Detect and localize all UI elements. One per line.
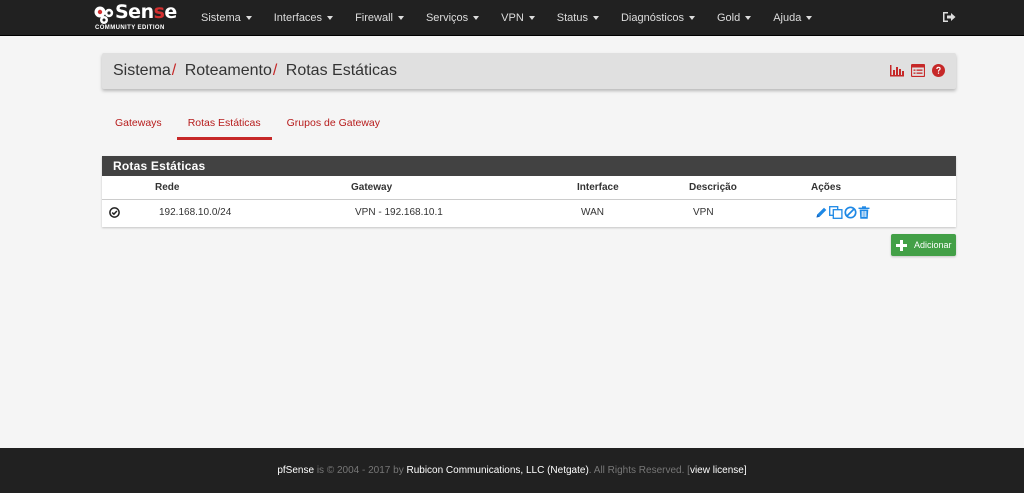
tab-rotas-estaticas[interactable]: Rotas Estáticas: [175, 106, 274, 140]
disable-icon[interactable]: [844, 206, 857, 219]
copy-icon[interactable]: [829, 206, 843, 219]
tab-gateways[interactable]: Gateways: [102, 106, 175, 140]
footer-company-link[interactable]: Rubicon Communications, LLC (Netgate): [406, 465, 588, 476]
plus-icon: [896, 239, 907, 251]
column-header-descricao[interactable]: Descrição: [689, 176, 737, 199]
caret-down-icon: [397, 16, 404, 20]
gears-icon: [94, 6, 114, 24]
main-menu: Sistema Interfaces Firewall Serviços VPN…: [190, 0, 823, 36]
add-route-button[interactable]: Adicionar: [891, 234, 956, 256]
caret-down-icon: [473, 16, 480, 20]
breadcrumb-separator: /: [272, 62, 278, 79]
menu-vpn[interactable]: VPN: [490, 0, 546, 36]
caret-down-icon: [327, 16, 334, 20]
static-routes-panel: Rotas Estáticas Rede Gateway Interface D…: [102, 156, 956, 227]
menu-interfaces[interactable]: Interfaces: [263, 0, 344, 36]
view-license-link[interactable]: view license: [690, 465, 744, 476]
menu-diagnosticos[interactable]: Diagnósticos: [610, 0, 706, 36]
logo-text: Sense: [115, 1, 177, 23]
menu-status[interactable]: Status: [546, 0, 610, 36]
cell-gateway: VPN - 192.168.10.1: [355, 207, 443, 218]
tab-bar: Gateways Rotas Estáticas Grupos de Gatew…: [102, 106, 393, 140]
footer-text: . All Rights Reserved. [: [588, 465, 690, 476]
add-button-label: Adicionar: [914, 240, 952, 250]
menu-gold[interactable]: Gold: [706, 0, 762, 36]
menu-firewall[interactable]: Firewall: [344, 0, 415, 36]
caret-down-icon: [745, 16, 752, 20]
menu-sistema[interactable]: Sistema: [190, 0, 263, 36]
caret-down-icon: [806, 16, 813, 20]
breadcrumb-roteamento[interactable]: Roteamento: [185, 62, 272, 79]
top-navbar: Sense COMMUNITY EDITION Sistema Interfac…: [0, 0, 1024, 36]
row-status: [109, 200, 120, 225]
column-header-rede[interactable]: Rede: [155, 176, 179, 199]
tab-grupos-de-gateway[interactable]: Grupos de Gateway: [274, 106, 393, 140]
caret-down-icon: [688, 16, 695, 20]
breadcrumb-current: Rotas Estáticas: [285, 62, 397, 79]
cell-interface: WAN: [581, 207, 604, 218]
bar-chart-icon[interactable]: [890, 64, 904, 77]
trash-icon[interactable]: [858, 206, 870, 219]
breadcrumb: Sistema/ Roteamento/ Rotas Estáticas: [113, 62, 397, 80]
footer: pfSense is © 2004 - 2017 by Rubicon Comm…: [0, 448, 1024, 493]
footer-text: ]: [743, 465, 747, 476]
logo-edition: COMMUNITY EDITION: [95, 25, 165, 31]
breadcrumb-separator: /: [171, 62, 177, 79]
table-row[interactable]: 192.168.10.0/24 VPN - 192.168.10.1 WAN V…: [102, 200, 956, 225]
table-header: Rede Gateway Interface Descrição Ações: [102, 176, 956, 200]
sign-out-icon[interactable]: [942, 11, 956, 23]
column-header-gateway[interactable]: Gateway: [351, 176, 392, 199]
cell-actions: [815, 200, 870, 225]
caret-down-icon: [245, 16, 252, 20]
pfsense-logo[interactable]: Sense COMMUNITY EDITION: [93, 1, 179, 33]
edit-icon[interactable]: [815, 206, 828, 219]
column-header-acoes: Ações: [811, 182, 842, 193]
cell-rede: 192.168.10.0/24: [159, 207, 232, 218]
help-icon[interactable]: [932, 64, 945, 77]
footer-text: is © 2004 - 2017 by: [314, 465, 407, 476]
breadcrumb-icons: [890, 64, 945, 77]
cell-descricao: VPN: [693, 207, 714, 218]
menu-servicos[interactable]: Serviços: [415, 0, 490, 36]
caret-down-icon: [528, 16, 535, 20]
caret-down-icon: [592, 16, 599, 20]
menu-ajuda[interactable]: Ajuda: [762, 0, 823, 36]
breadcrumb-panel: Sistema/ Roteamento/ Rotas Estáticas: [102, 53, 956, 89]
breadcrumb-sistema[interactable]: Sistema: [113, 62, 171, 79]
panel-title: Rotas Estáticas: [102, 156, 956, 176]
list-alt-icon[interactable]: [911, 64, 925, 77]
footer-brand[interactable]: pfSense: [277, 465, 314, 476]
column-header-interface[interactable]: Interface: [577, 176, 619, 199]
check-circle-icon: [109, 207, 120, 218]
